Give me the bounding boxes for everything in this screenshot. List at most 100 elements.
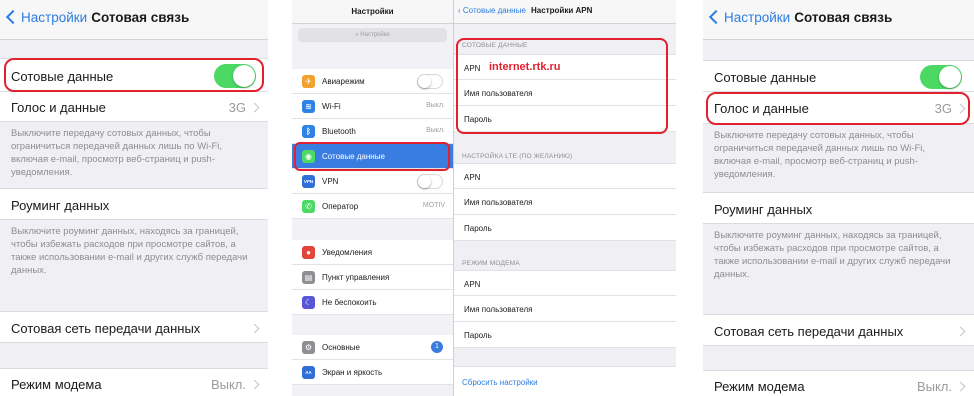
airplane-icon: ✈ — [302, 75, 315, 88]
apn-detail-pane: ‹ Сотовые данные Настройки APN СОТОВЫЕ Д… — [454, 0, 676, 396]
hotspot-row[interactable]: Режим модема Выкл. — [703, 370, 974, 396]
sidebar-item-value: Выкл. — [426, 102, 445, 109]
section-header-lte: НАСТРОЙКА LTE (ПО ЖЕЛАНИЮ) — [462, 153, 573, 160]
sidebar-title: Настройки — [351, 7, 394, 16]
sidebar-item[interactable]: AA Экран и яркость — [292, 360, 453, 385]
cellular-network-label: Сотовая сеть передачи данных — [11, 321, 201, 336]
sidebar-item-label: VPN — [322, 177, 339, 186]
roaming-note: Выключите роуминг данных, находясь за гр… — [11, 226, 248, 276]
chevron-right-icon — [249, 323, 260, 334]
sidebar-item-label: Уведомления — [322, 248, 373, 257]
sidebar-item-label: Wi-Fi — [322, 102, 341, 111]
cellular-data-toggle[interactable] — [920, 65, 962, 89]
lte-password-label: Пароль — [464, 224, 492, 233]
modem-apn-field[interactable]: APN — [454, 270, 676, 296]
reset-row: Сбросить настройки — [454, 366, 676, 396]
sidebar-item-label: Bluetooth — [322, 127, 356, 136]
brightness-icon: AA — [302, 366, 315, 379]
roaming-row: Роуминг данных — [0, 188, 268, 220]
voice-data-row[interactable]: Голос и данные 3G — [0, 92, 268, 122]
roaming-note: Выключите роуминг данных, находясь за гр… — [714, 230, 951, 280]
detail-back-button[interactable]: ‹ Сотовые данные Настройки APN — [458, 6, 592, 15]
cellular-data-label: Сотовые данные — [714, 70, 817, 85]
roaming-row: Роуминг данных — [703, 192, 974, 224]
lte-username-field[interactable]: Имя пользователя — [454, 189, 676, 215]
sidebar-item[interactable]: ☾ Не беспокоить — [292, 290, 453, 315]
left-phone-screen: Настройки Сотовая связь Сотовые данные Го… — [0, 0, 268, 396]
highlight-frame — [294, 142, 450, 171]
chevron-right-icon — [955, 381, 966, 392]
sidebar-item-label: Оператор — [322, 202, 359, 211]
cellular-data-row: Сотовые данные — [703, 60, 974, 92]
modem-password-label: Пароль — [464, 331, 492, 340]
sidebar-item[interactable]: ✆ Оператор MOTIV — [292, 194, 453, 219]
roaming-label: Роуминг данных — [11, 198, 110, 213]
modem-password-field[interactable]: Пароль — [454, 322, 676, 348]
toggle-switch[interactable] — [417, 174, 443, 189]
sidebar-item[interactable]: VPN VPN — [292, 169, 453, 194]
cellular-network-label: Сотовая сеть передачи данных — [714, 324, 904, 339]
highlight-frame — [706, 92, 970, 125]
hotspot-value: Выкл. — [210, 377, 246, 392]
chevron-left-icon — [5, 9, 21, 25]
nav-bar: Настройки Сотовая связь — [0, 0, 268, 40]
chevron-left-icon — [708, 9, 724, 25]
search-placeholder: Настройки — [360, 32, 390, 38]
modem-username-label: Имя пользователя — [464, 305, 533, 314]
toggle-switch[interactable] — [417, 74, 443, 89]
chevron-right-icon — [249, 379, 260, 390]
moon-icon: ☾ — [302, 296, 315, 309]
hotspot-row[interactable]: Режим модема Выкл. — [0, 368, 268, 396]
roaming-label: Роуминг данных — [714, 202, 813, 217]
lte-password-field[interactable]: Пароль — [454, 215, 676, 241]
cellular-network-row[interactable]: Сотовая сеть передачи данных — [0, 311, 268, 343]
detail-nav-bar: ‹ Сотовые данные Настройки APN — [454, 0, 676, 24]
chevron-right-icon — [249, 102, 260, 113]
lte-apn-field[interactable]: APN — [454, 163, 676, 189]
hotspot-label: Режим модема — [11, 377, 102, 392]
sidebar-item[interactable]: ᛒ Bluetooth Выкл. — [292, 119, 453, 144]
voice-data-value: 3G — [228, 100, 246, 115]
wifi-icon: ≋ — [302, 100, 315, 113]
sidebar-item[interactable]: ▤ Пункт управления — [292, 265, 453, 290]
nav-bar: Настройки Сотовая связь — [703, 0, 974, 40]
vpn-icon: VPN — [302, 175, 315, 188]
sidebar-item-value: Выкл. — [426, 127, 445, 134]
sidebar-item-label: Экран и яркость — [322, 368, 383, 377]
sidebar-item-value: MOTIV — [422, 202, 445, 209]
hotspot-value: Выкл. — [916, 379, 952, 394]
search-input[interactable]: ⌕ Настройки — [298, 28, 447, 42]
control-center-icon: ▤ — [302, 271, 315, 284]
cellular-note: Выключите передачу сотовых данных, чтобы… — [714, 130, 925, 180]
voice-data-label: Голос и данные — [11, 100, 106, 115]
page-title: Сотовая связь — [794, 10, 893, 25]
sidebar-nav-bar: Настройки — [292, 0, 453, 24]
sidebar-item[interactable]: ⚙ Основные 1 — [292, 335, 453, 360]
sidebar-item[interactable]: ✈ Авиарежим — [292, 69, 453, 94]
settings-sidebar: Настройки ⌕ Настройки ✈ Авиарежим ≋ Wi-Fi Вы… — [292, 0, 454, 396]
sidebar-item-label: Не беспокоить — [322, 298, 377, 307]
detail-title: Настройки APN — [531, 6, 593, 15]
highlight-frame — [4, 58, 264, 92]
ipad-screen: Настройки ⌕ Настройки ✈ Авиарежим ≋ Wi-Fi Вы… — [292, 0, 676, 396]
page-title: Сотовая связь — [91, 10, 190, 25]
cellular-note: Выключите передачу сотовых данных, чтобы… — [11, 128, 222, 178]
reset-settings-button[interactable]: Сбросить настройки — [462, 378, 538, 387]
notifications-icon: ● — [302, 246, 315, 259]
cellular-network-row[interactable]: Сотовая сеть передачи данных — [703, 314, 974, 346]
back-button[interactable]: Настройки Сотовая связь — [5, 9, 190, 25]
sidebar-item-label: Основные — [322, 343, 360, 352]
lte-username-label: Имя пользователя — [464, 198, 533, 207]
sidebar-item[interactable]: ● Уведомления — [292, 240, 453, 265]
bluetooth-icon: ᛒ — [302, 125, 315, 138]
detail-back-label: Сотовые данные — [462, 6, 526, 15]
modem-apn-label: APN — [464, 280, 481, 289]
sidebar-item[interactable]: ≋ Wi-Fi Выкл. — [292, 94, 453, 119]
back-button[interactable]: Настройки Сотовая связь — [708, 9, 893, 25]
modem-username-field[interactable]: Имя пользователя — [454, 296, 676, 322]
sidebar-item-label: Авиарежим — [322, 77, 365, 86]
back-label: Настройки — [21, 10, 88, 25]
chevron-right-icon — [955, 326, 966, 337]
notification-badge: 1 — [431, 341, 443, 353]
phone-icon: ✆ — [302, 200, 315, 213]
